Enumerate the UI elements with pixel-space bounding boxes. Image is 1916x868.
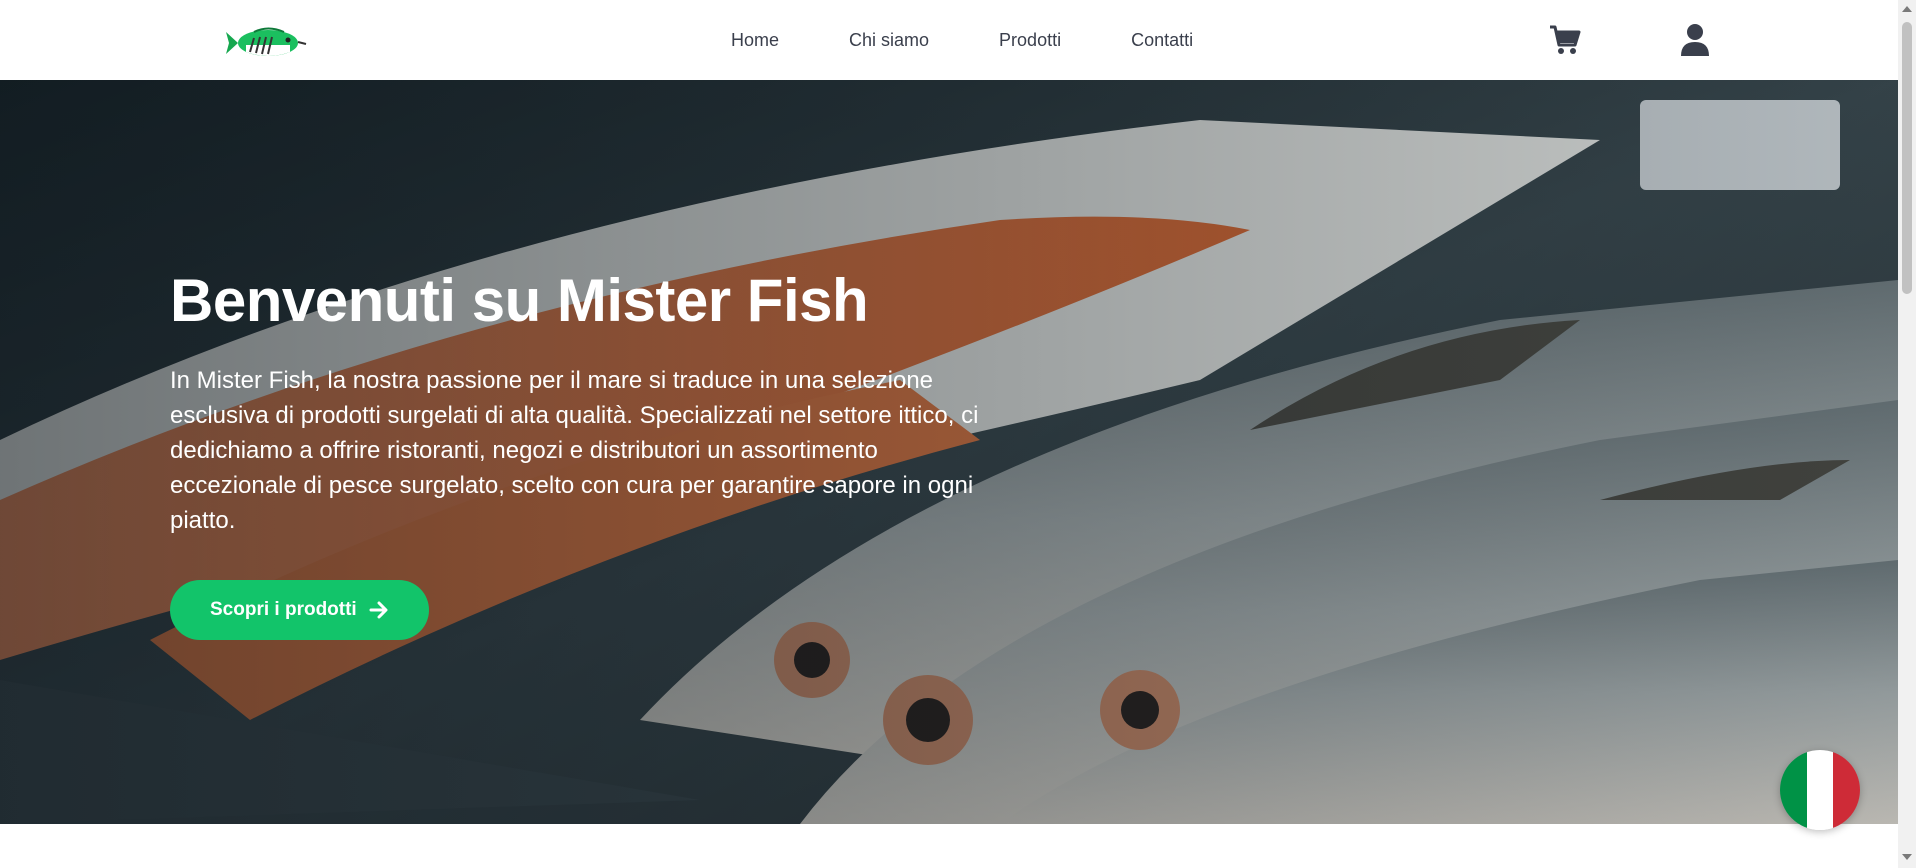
nav-links: Home Chi siamo Prodotti Contatti <box>731 30 1193 51</box>
nav-link-prodotti[interactable]: Prodotti <box>999 30 1061 51</box>
scroll-down-arrow-icon[interactable] <box>1902 854 1912 860</box>
discover-products-label: Scopri i prodotti <box>210 599 357 620</box>
nav-link-home[interactable]: Home <box>731 30 779 51</box>
scrollbar-thumb[interactable] <box>1902 22 1912 294</box>
navbar: Home Chi siamo Prodotti Contatti <box>0 0 1898 80</box>
flag-stripe-white <box>1806 750 1834 830</box>
discover-products-button[interactable]: Scopri i prodotti <box>170 580 429 640</box>
hero-section: Benvenuti su Mister Fish In Mister Fish,… <box>0 80 1898 824</box>
nav-link-contatti[interactable]: Contatti <box>1131 30 1193 51</box>
arrow-right-icon <box>369 601 388 619</box>
hero-title: Benvenuti su Mister Fish <box>170 267 869 334</box>
fish-logo-icon[interactable] <box>224 22 316 64</box>
italian-flag-icon[interactable] <box>1780 750 1860 830</box>
user-icon[interactable] <box>1680 23 1710 57</box>
shopping-cart-icon[interactable] <box>1549 24 1581 56</box>
nav-link-chi-siamo[interactable]: Chi siamo <box>849 30 929 51</box>
scroll-up-arrow-icon[interactable] <box>1902 6 1912 12</box>
scrollbar[interactable] <box>1898 0 1916 868</box>
hero-description: In Mister Fish, la nostra passione per i… <box>170 367 979 534</box>
hero-content: Benvenuti su Mister Fish In Mister Fish,… <box>170 265 1010 640</box>
